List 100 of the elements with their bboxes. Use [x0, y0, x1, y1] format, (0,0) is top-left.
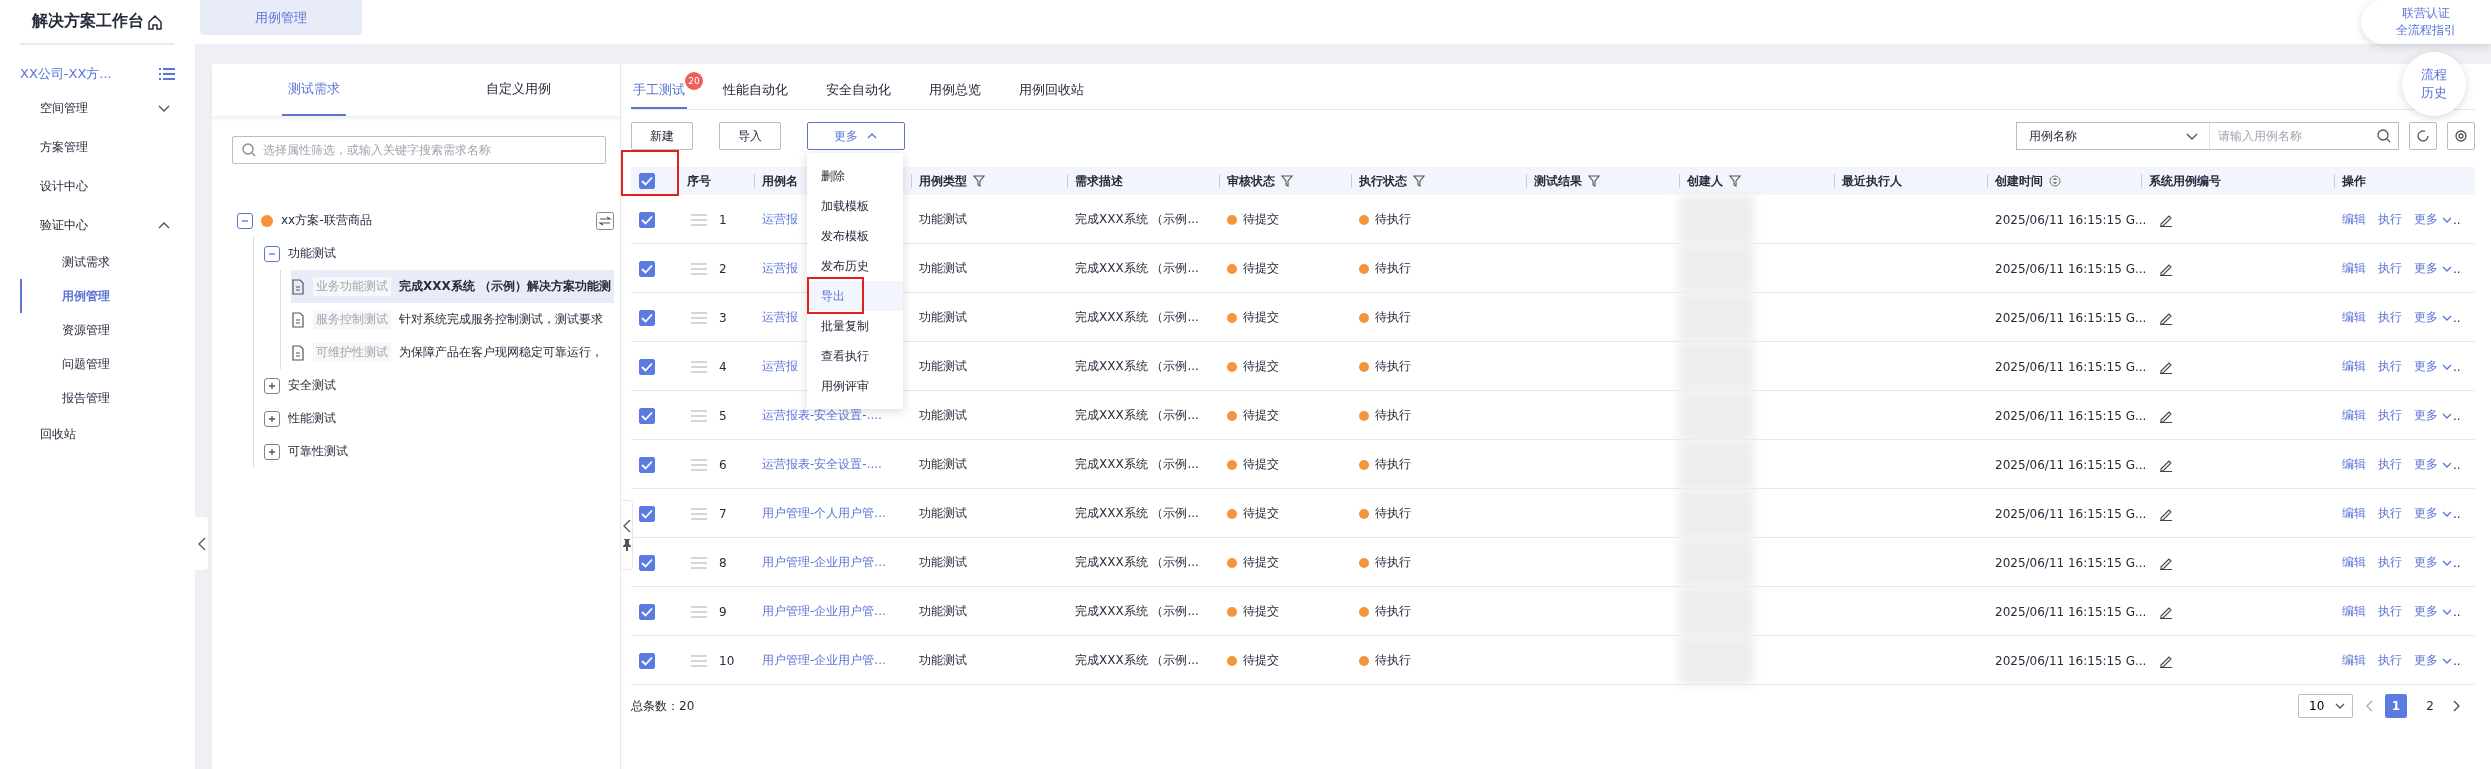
tree-row[interactable]: 业务功能测试 完成XXX系统 （示例）解决方案功能测 — [291, 270, 614, 303]
more-link[interactable]: 更多 — [2414, 456, 2453, 473]
drag-handle-icon[interactable] — [691, 653, 707, 668]
case-tab[interactable]: 安全自动化 — [824, 73, 893, 109]
search-field[interactable]: 请输入用例名称 — [2209, 122, 2399, 150]
refresh-button[interactable] — [2409, 122, 2437, 150]
more-link[interactable]: 更多 — [2414, 603, 2453, 620]
checkbox[interactable] — [639, 603, 655, 620]
tree-node[interactable]: 功能测试 — [288, 245, 336, 262]
guide-button[interactable]: 联营认证 全流程指引 — [2361, 0, 2491, 44]
sort-icon[interactable] — [2049, 175, 2061, 187]
filter-icon[interactable] — [1413, 175, 1425, 187]
tree-row[interactable]: 服务控制测试 针对系统完成服务控制测试，测试要求 — [291, 303, 614, 336]
page-size-select[interactable]: 10 — [2298, 694, 2353, 718]
checkbox[interactable] — [639, 456, 655, 473]
workspace-name[interactable]: XX公司-XX方... — [20, 65, 112, 83]
checkbox[interactable] — [639, 554, 655, 571]
collapse-handle[interactable] — [195, 517, 208, 570]
action-link[interactable]: 编辑 — [2342, 554, 2366, 571]
case-link[interactable]: 用户管理-个人用户管... — [762, 505, 886, 522]
filter-icon[interactable] — [1588, 175, 1600, 187]
action-link[interactable]: 执行 — [2378, 603, 2402, 620]
action-link[interactable]: 执行 — [2378, 358, 2402, 375]
field-select[interactable]: 用例名称 — [2016, 122, 2209, 150]
checkbox[interactable] — [639, 407, 655, 424]
menu-item[interactable]: 发布历史 — [807, 251, 903, 281]
menu-item[interactable]: 查看执行 — [807, 341, 903, 371]
menu-item[interactable]: 删除 — [807, 161, 903, 191]
page-button[interactable]: 2 — [2419, 694, 2441, 718]
drag-handle-icon[interactable] — [691, 261, 707, 276]
swap-icon[interactable] — [596, 211, 614, 230]
action-link[interactable]: 编辑 — [2342, 456, 2366, 473]
tree-row[interactable]: 可维护性测试 为保障产品在客户现网稳定可靠运行， — [291, 336, 614, 369]
filter-icon[interactable] — [1729, 175, 1741, 187]
checkbox[interactable] — [639, 211, 655, 228]
nav-item[interactable]: 问题管理 — [20, 347, 175, 381]
filter-icon[interactable] — [1281, 175, 1293, 187]
case-tab[interactable]: 用例回收站 — [1017, 73, 1086, 109]
action-link[interactable]: 执行 — [2378, 309, 2402, 326]
drag-handle-icon[interactable] — [691, 212, 707, 227]
more-link[interactable]: 更多 — [2414, 358, 2453, 375]
action-link[interactable]: 执行 — [2378, 211, 2402, 228]
drag-handle-icon[interactable] — [691, 457, 707, 472]
drag-handle-icon[interactable] — [691, 408, 707, 423]
action-link[interactable]: 执行 — [2378, 505, 2402, 522]
menu-item[interactable]: 用例评审 — [807, 371, 903, 401]
page-button[interactable]: 1 — [2385, 694, 2407, 718]
case-link[interactable]: 运营报表-安全设置-.... — [762, 456, 882, 473]
drag-handle-icon[interactable] — [691, 604, 707, 619]
case-link[interactable]: 运营报 — [762, 260, 798, 277]
more-link[interactable]: 更多 — [2414, 652, 2453, 669]
menu-item[interactable]: 加载模板 — [807, 191, 903, 221]
filter-icon[interactable] — [973, 175, 985, 187]
action-link[interactable]: 编辑 — [2342, 309, 2366, 326]
case-link[interactable]: 运营报表-安全设置-.... — [762, 407, 882, 424]
panel-tab[interactable]: 自定义用例 — [479, 64, 557, 116]
action-link[interactable]: 执行 — [2378, 652, 2402, 669]
settings-button[interactable] — [2447, 122, 2475, 150]
case-link[interactable]: 运营报 — [762, 309, 798, 326]
checkbox[interactable] — [639, 505, 655, 522]
prev-page-icon[interactable] — [2365, 700, 2373, 712]
toolbar-button[interactable]: 新建 — [631, 122, 693, 150]
action-link[interactable]: 编辑 — [2342, 260, 2366, 277]
action-link[interactable]: 执行 — [2378, 260, 2402, 277]
search-field[interactable]: 选择属性筛选，或输入关键字搜索需求名称 — [232, 136, 606, 164]
menu-item[interactable]: 批量复制 — [807, 311, 903, 341]
collapse-handle[interactable] — [620, 500, 633, 570]
checkbox[interactable] — [639, 652, 655, 669]
drag-handle-icon[interactable] — [691, 310, 707, 325]
nav-item[interactable]: 设计中心 — [20, 167, 175, 206]
list-icon[interactable] — [159, 67, 175, 81]
nav-item[interactable]: 报告管理 — [20, 381, 175, 415]
checkbox[interactable] — [639, 358, 655, 375]
case-link[interactable]: 用户管理-企业用户管... — [762, 603, 886, 620]
more-button[interactable]: 更多 — [807, 122, 905, 150]
page-tab[interactable]: 用例管理 — [200, 0, 362, 35]
menu-item[interactable]: 发布模板 — [807, 221, 903, 251]
case-link[interactable]: 运营报 — [762, 211, 798, 228]
more-link[interactable]: 更多 — [2414, 260, 2453, 277]
tree-node[interactable]: 安全测试 — [288, 377, 336, 394]
checkbox[interactable] — [639, 309, 655, 326]
drag-handle-icon[interactable] — [691, 359, 707, 374]
nav-item[interactable]: 资源管理 — [20, 313, 175, 347]
more-link[interactable]: 更多 — [2414, 407, 2453, 424]
tree-node[interactable]: 可靠性测试 — [288, 443, 348, 460]
nav-item[interactable]: 回收站 — [20, 415, 175, 454]
case-link[interactable]: 用户管理-企业用户管... — [762, 554, 886, 571]
more-link[interactable]: 更多 — [2414, 554, 2453, 571]
tree-node[interactable]: 性能测试 — [288, 410, 336, 427]
nav-item[interactable]: 方案管理 — [20, 128, 175, 167]
action-link[interactable]: 编辑 — [2342, 358, 2366, 375]
more-link[interactable]: 更多 — [2414, 505, 2453, 522]
panel-tab[interactable]: 测试需求 — [282, 64, 346, 116]
nav-item[interactable]: 测试需求 — [20, 245, 175, 279]
more-link[interactable]: 更多 — [2414, 309, 2453, 326]
nav-item[interactable]: 验证中心 — [20, 206, 175, 245]
tree-node[interactable]: xx方案-联营商品 — [281, 212, 372, 229]
action-link[interactable]: 编辑 — [2342, 407, 2366, 424]
nav-item[interactable]: 用例管理 — [20, 279, 175, 313]
more-link[interactable]: 更多 — [2414, 211, 2453, 228]
